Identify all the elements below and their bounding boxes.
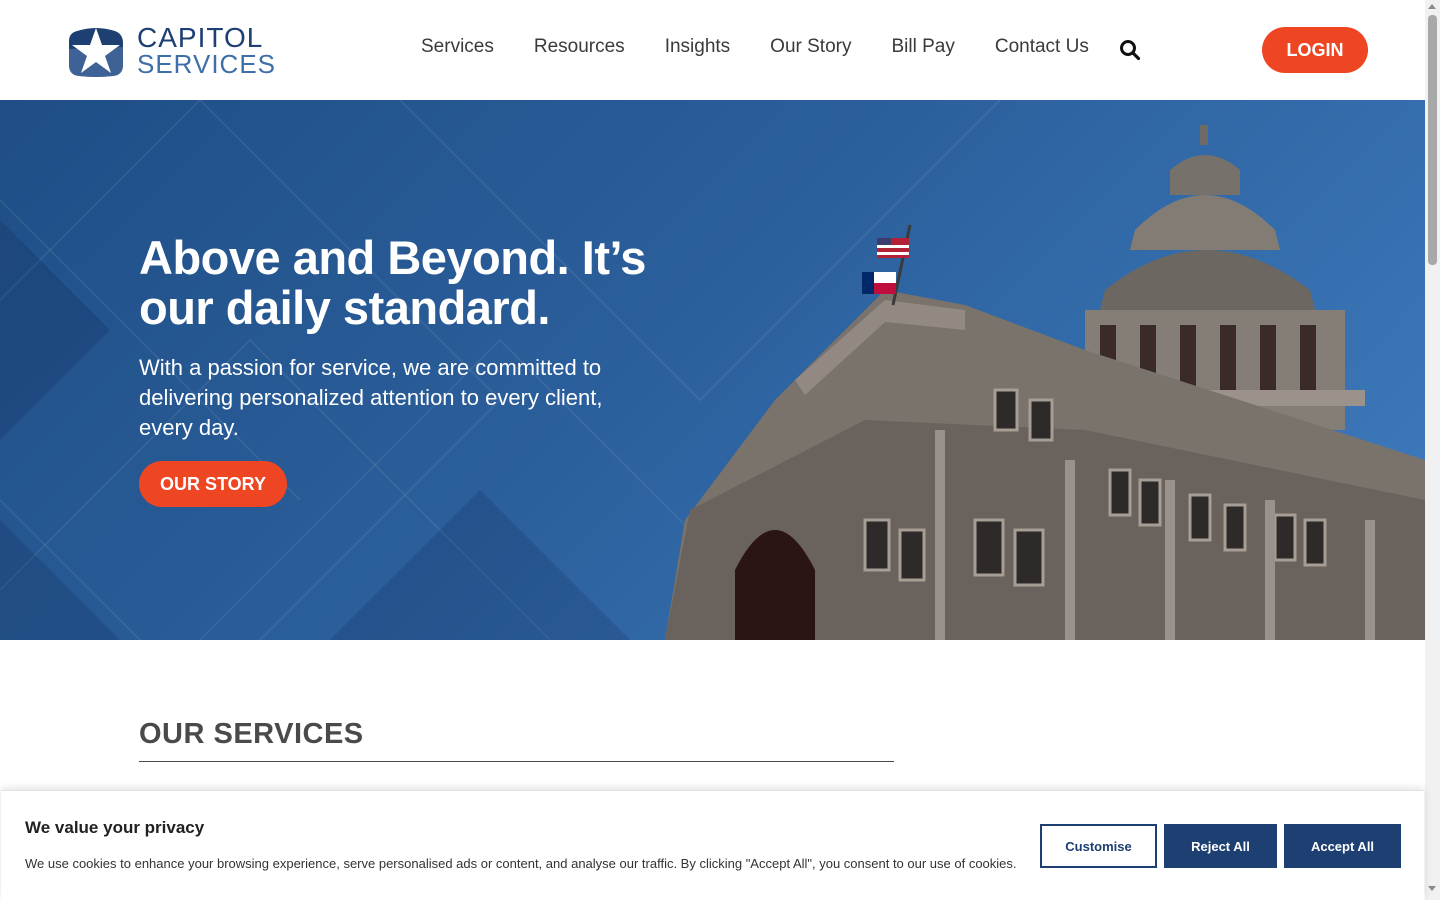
cookie-title: We value your privacy xyxy=(25,818,205,837)
logo-wordmark: CAPITOL SERVICES xyxy=(137,22,277,79)
search-button[interactable] xyxy=(1119,39,1141,61)
cookie-description: We use cookies to enhance your browsing … xyxy=(25,856,1017,871)
hero-subtitle: With a passion for service, we are commi… xyxy=(139,355,603,440)
search-icon xyxy=(1120,40,1141,61)
scrollbar-thumb[interactable] xyxy=(1428,15,1437,265)
nav-item-resources[interactable]: Resources xyxy=(534,36,625,58)
nav-item-our-story[interactable]: Our Story xyxy=(770,36,851,58)
nav-item-services[interactable]: Services xyxy=(421,36,494,58)
site-logo[interactable]: CAPITOL SERVICES xyxy=(69,24,276,77)
services-heading: OUR SERVICES xyxy=(139,718,364,750)
services-divider xyxy=(139,761,894,762)
page-scrollbar[interactable] xyxy=(1425,0,1440,900)
our-story-button[interactable]: OUR STORY xyxy=(139,461,287,507)
nav-item-insights[interactable]: Insights xyxy=(665,36,730,58)
hero-banner: Above and Beyond. It’s our daily standar… xyxy=(0,100,1425,640)
nav-item-contact-us[interactable]: Contact Us xyxy=(995,36,1089,58)
main-nav: Services Resources Insights Our Story Bi… xyxy=(421,36,1129,58)
hero-title: Above and Beyond. It’s our daily standar… xyxy=(139,231,646,334)
reject-all-button[interactable]: Reject All xyxy=(1164,824,1277,868)
nav-item-bill-pay[interactable]: Bill Pay xyxy=(891,36,954,58)
star-logo-icon xyxy=(69,27,123,77)
accept-all-button[interactable]: Accept All xyxy=(1284,824,1401,868)
customise-button[interactable]: Customise xyxy=(1040,824,1157,868)
scroll-up-arrow-icon[interactable] xyxy=(1428,4,1436,9)
logo-line-services: SERVICES xyxy=(137,49,277,79)
login-button[interactable]: LOGIN xyxy=(1262,27,1368,73)
scroll-down-arrow-icon[interactable] xyxy=(1428,886,1436,891)
site-header: CAPITOL SERVICES Services Resources Insi… xyxy=(0,0,1425,100)
cookie-consent-banner: We value your privacy We use cookies to … xyxy=(1,790,1424,900)
capitol-building-image xyxy=(665,125,1425,640)
logo-line-capitol: CAPITOL xyxy=(137,22,264,53)
